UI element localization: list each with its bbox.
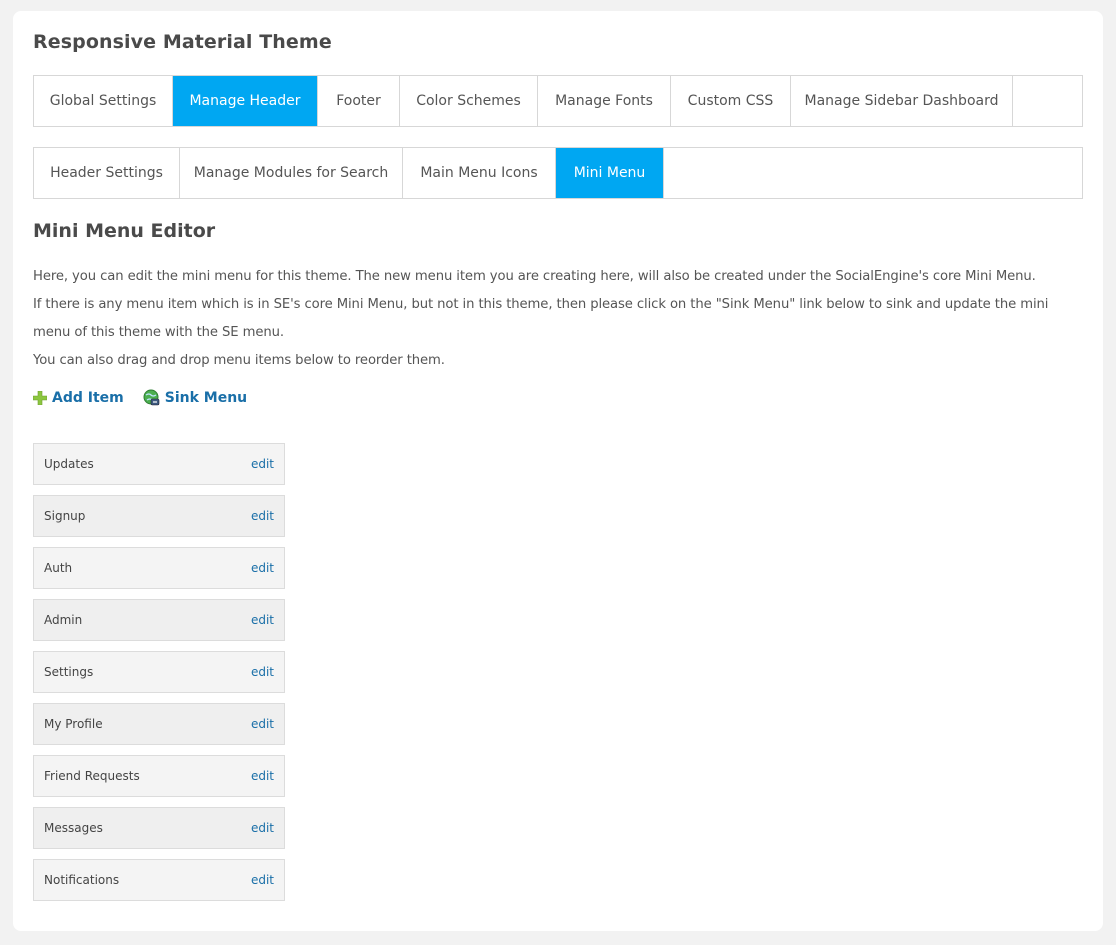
- menu-item-label: Updates: [44, 457, 94, 471]
- menu-item-my-profile[interactable]: My Profile edit: [33, 703, 285, 745]
- menu-item-settings[interactable]: Settings edit: [33, 651, 285, 693]
- menu-item-friend-requests[interactable]: Friend Requests edit: [33, 755, 285, 797]
- tab-header-settings[interactable]: Header Settings: [34, 148, 180, 198]
- tab-manage-modules-for-search[interactable]: Manage Modules for Search: [180, 148, 403, 198]
- add-item-link[interactable]: Add Item: [33, 390, 124, 406]
- content-panel: Responsive Material Theme Global Setting…: [13, 11, 1103, 931]
- edit-link[interactable]: edit: [251, 457, 274, 471]
- sub-tab-bar: Header Settings Manage Modules for Searc…: [33, 147, 1083, 199]
- edit-link[interactable]: edit: [251, 613, 274, 627]
- editor-actions: Add Item Sink Menu: [33, 389, 266, 406]
- menu-item-label: Signup: [44, 509, 86, 523]
- menu-item-label: My Profile: [44, 717, 103, 731]
- description-line: If there is any menu item which is in SE…: [33, 297, 1049, 340]
- mini-menu-list: Updates edit Signup edit Auth edit Admin…: [33, 443, 285, 911]
- tab-main-menu-icons[interactable]: Main Menu Icons: [403, 148, 556, 198]
- menu-item-messages[interactable]: Messages edit: [33, 807, 285, 849]
- menu-item-label: Friend Requests: [44, 769, 140, 783]
- menu-item-label: Notifications: [44, 873, 120, 887]
- tab-color-schemes[interactable]: Color Schemes: [400, 76, 538, 126]
- plus-icon: [33, 390, 47, 405]
- tab-global-settings[interactable]: Global Settings: [34, 76, 173, 126]
- edit-link[interactable]: edit: [251, 509, 274, 523]
- menu-item-label: Admin: [44, 613, 83, 627]
- tab-manage-header[interactable]: Manage Header: [173, 76, 318, 126]
- menu-item-notifications[interactable]: Notifications edit: [33, 859, 285, 901]
- editor-description: Here, you can edit the mini menu for thi…: [33, 263, 1085, 375]
- tab-custom-css[interactable]: Custom CSS: [671, 76, 791, 126]
- edit-link[interactable]: edit: [251, 873, 274, 887]
- sink-menu-link[interactable]: Sink Menu: [143, 389, 247, 406]
- add-item-label: Add Item: [52, 389, 124, 406]
- menu-item-auth[interactable]: Auth edit: [33, 547, 285, 589]
- page-title: Responsive Material Theme: [33, 31, 332, 53]
- tab-mini-menu[interactable]: Mini Menu: [556, 148, 664, 198]
- sync-globe-icon: [143, 389, 160, 406]
- tab-manage-fonts[interactable]: Manage Fonts: [538, 76, 671, 126]
- menu-item-signup[interactable]: Signup edit: [33, 495, 285, 537]
- menu-item-label: Settings: [44, 665, 94, 679]
- description-line: Here, you can edit the mini menu for thi…: [33, 269, 1036, 284]
- sink-menu-label: Sink Menu: [164, 389, 248, 406]
- edit-link[interactable]: edit: [251, 769, 274, 783]
- edit-link[interactable]: edit: [251, 561, 274, 575]
- editor-title: Mini Menu Editor: [33, 220, 216, 242]
- edit-link[interactable]: edit: [251, 717, 274, 731]
- main-tab-bar: Global Settings Manage Header Footer Col…: [33, 75, 1083, 127]
- menu-item-updates[interactable]: Updates edit: [33, 443, 285, 485]
- tab-footer[interactable]: Footer: [318, 76, 400, 126]
- description-line: You can also drag and drop menu items be…: [33, 353, 445, 368]
- menu-item-label: Auth: [44, 561, 73, 575]
- tab-manage-sidebar-dashboard[interactable]: Manage Sidebar Dashboard: [791, 76, 1013, 126]
- edit-link[interactable]: edit: [251, 665, 274, 679]
- menu-item-admin[interactable]: Admin edit: [33, 599, 285, 641]
- edit-link[interactable]: edit: [251, 821, 274, 835]
- menu-item-label: Messages: [44, 821, 103, 835]
